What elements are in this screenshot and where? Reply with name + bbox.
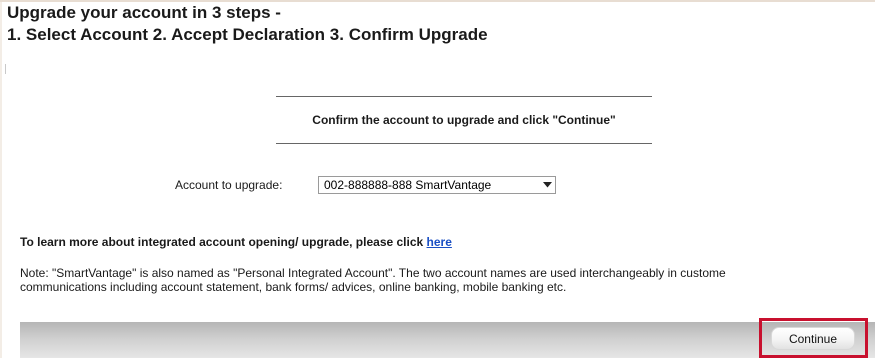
learn-more-label: To learn more about integrated account o… — [20, 235, 424, 249]
account-select-value: 002-888888-888 SmartVantage — [324, 178, 492, 192]
account-label: Account to upgrade: — [175, 178, 283, 192]
note-line-2: communications including account stateme… — [20, 280, 567, 294]
left-divider — [0, 2, 2, 358]
chevron-down-icon[interactable] — [539, 182, 555, 188]
upgrade-account-page: Upgrade your account in 3 steps - 1. Sel… — [0, 0, 875, 358]
instruction-banner: Confirm the account to upgrade and click… — [276, 96, 652, 144]
here-link[interactable]: here — [427, 235, 452, 249]
left-marker — [5, 64, 9, 74]
top-divider — [0, 0, 875, 2]
note-line-1: Note: "SmartVantage" is also named as "P… — [20, 266, 726, 280]
note-text: Note: "SmartVantage" is also named as "P… — [20, 266, 875, 294]
page-title: Upgrade your account in 3 steps - — [7, 3, 281, 22]
account-select[interactable]: 002-888888-888 SmartVantage — [318, 176, 556, 194]
instruction-text: Confirm the account to upgrade and click… — [312, 113, 616, 127]
action-bar — [20, 322, 875, 358]
continue-button[interactable]: Continue — [771, 327, 855, 350]
steps-subtitle: 1. Select Account 2. Accept Declaration … — [7, 25, 488, 44]
learn-more-text: To learn more about integrated account o… — [20, 235, 452, 249]
